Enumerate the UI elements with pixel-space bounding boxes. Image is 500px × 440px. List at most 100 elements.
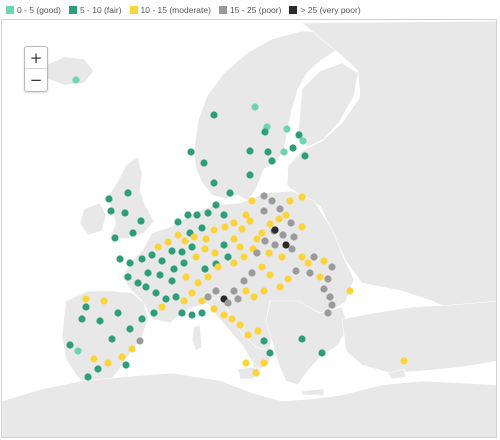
station-marker[interactable]: [210, 179, 218, 187]
station-marker[interactable]: [90, 355, 98, 363]
station-marker[interactable]: [278, 253, 286, 261]
station-marker[interactable]: [251, 103, 259, 111]
station-marker[interactable]: [182, 273, 190, 281]
station-marker[interactable]: [201, 265, 209, 273]
station-marker[interactable]: [260, 337, 268, 345]
station-marker[interactable]: [170, 265, 178, 273]
station-marker[interactable]: [66, 341, 74, 349]
station-marker[interactable]: [194, 279, 202, 287]
station-marker[interactable]: [210, 305, 218, 313]
station-marker[interactable]: [104, 359, 112, 367]
station-marker[interactable]: [138, 255, 146, 263]
station-marker[interactable]: [310, 253, 318, 261]
station-marker[interactable]: [202, 235, 210, 243]
station-marker[interactable]: [271, 226, 279, 234]
station-marker[interactable]: [144, 269, 152, 277]
station-marker[interactable]: [230, 235, 238, 243]
station-marker[interactable]: [328, 263, 336, 271]
station-marker[interactable]: [212, 201, 220, 209]
station-marker[interactable]: [193, 211, 201, 219]
map-container[interactable]: + −: [1, 19, 497, 438]
station-marker[interactable]: [188, 289, 196, 297]
station-marker[interactable]: [298, 335, 306, 343]
station-marker[interactable]: [180, 259, 188, 267]
station-marker[interactable]: [283, 125, 291, 133]
station-marker[interactable]: [260, 192, 268, 200]
station-marker[interactable]: [158, 257, 166, 265]
station-marker[interactable]: [214, 263, 222, 271]
station-marker[interactable]: [152, 289, 160, 297]
station-marker[interactable]: [154, 243, 162, 251]
station-marker[interactable]: [72, 76, 80, 84]
station-marker[interactable]: [82, 303, 90, 311]
station-marker[interactable]: [198, 224, 206, 232]
station-marker[interactable]: [266, 271, 274, 279]
station-marker[interactable]: [264, 148, 272, 156]
station-marker[interactable]: [328, 301, 336, 309]
station-marker[interactable]: [84, 373, 92, 381]
station-marker[interactable]: [326, 293, 334, 301]
legend-item-moderate[interactable]: 10 - 15 (moderate): [129, 5, 211, 15]
station-marker[interactable]: [320, 257, 328, 265]
station-marker[interactable]: [74, 347, 82, 355]
station-marker[interactable]: [304, 259, 312, 267]
station-marker[interactable]: [242, 359, 250, 367]
station-marker[interactable]: [142, 283, 150, 291]
station-marker[interactable]: [253, 235, 261, 243]
station-marker[interactable]: [96, 317, 104, 325]
station-marker[interactable]: [242, 287, 250, 295]
station-marker[interactable]: [276, 205, 284, 213]
station-marker[interactable]: [118, 353, 126, 361]
zoom-out-button[interactable]: −: [25, 68, 47, 90]
station-marker[interactable]: [298, 253, 306, 261]
station-marker[interactable]: [114, 309, 122, 317]
station-marker[interactable]: [124, 273, 132, 281]
station-marker[interactable]: [284, 275, 292, 283]
station-marker[interactable]: [240, 277, 248, 285]
station-marker[interactable]: [268, 157, 276, 165]
station-marker[interactable]: [158, 303, 166, 311]
legend-item-good[interactable]: 0 - 5 (good): [6, 5, 61, 15]
station-marker[interactable]: [230, 287, 238, 295]
legend-item-poor[interactable]: 15 - 25 (poor): [218, 5, 281, 15]
station-marker[interactable]: [184, 211, 192, 219]
station-marker[interactable]: [275, 215, 283, 223]
station-marker[interactable]: [250, 293, 258, 301]
station-marker[interactable]: [260, 207, 268, 215]
station-marker[interactable]: [279, 231, 287, 239]
station-marker[interactable]: [299, 137, 307, 145]
station-marker[interactable]: [240, 253, 248, 261]
station-marker[interactable]: [318, 349, 326, 357]
station-marker[interactable]: [180, 297, 188, 305]
station-marker[interactable]: [324, 275, 332, 283]
station-marker[interactable]: [292, 267, 300, 275]
station-marker[interactable]: [200, 159, 208, 167]
station-marker[interactable]: [295, 131, 303, 139]
station-marker[interactable]: [266, 220, 274, 228]
station-marker[interactable]: [220, 311, 228, 319]
station-marker[interactable]: [134, 279, 142, 287]
station-marker[interactable]: [260, 287, 268, 295]
station-marker[interactable]: [128, 345, 136, 353]
station-marker[interactable]: [290, 233, 298, 241]
station-marker[interactable]: [198, 309, 206, 317]
station-marker[interactable]: [178, 309, 186, 317]
station-marker[interactable]: [137, 217, 145, 225]
station-marker[interactable]: [287, 219, 295, 227]
station-marker[interactable]: [129, 229, 137, 237]
station-marker[interactable]: [174, 231, 182, 239]
station-marker[interactable]: [261, 128, 269, 136]
station-marker[interactable]: [230, 259, 238, 267]
station-marker[interactable]: [224, 299, 232, 307]
station-marker[interactable]: [78, 315, 86, 323]
station-marker[interactable]: [148, 251, 156, 259]
station-marker[interactable]: [286, 197, 294, 205]
europe-map[interactable]: [2, 20, 497, 438]
station-marker[interactable]: [108, 335, 116, 343]
station-marker[interactable]: [221, 223, 229, 231]
station-marker[interactable]: [212, 287, 220, 295]
station-marker[interactable]: [248, 269, 256, 277]
station-marker[interactable]: [188, 243, 196, 251]
station-marker[interactable]: [230, 219, 238, 227]
station-marker[interactable]: [204, 273, 212, 281]
